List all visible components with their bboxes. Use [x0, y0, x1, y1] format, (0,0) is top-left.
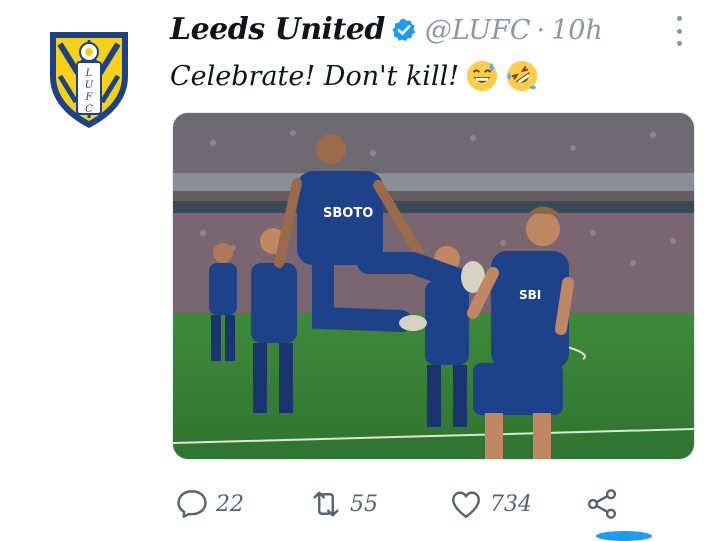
more-options-icon[interactable]: [674, 16, 684, 46]
svg-text:U: U: [85, 80, 94, 91]
svg-text:C: C: [85, 104, 93, 115]
tweet-text: Celebrate! Don't kill!: [170, 56, 539, 96]
tweet-header: Leeds United @LUFC · 10h: [170, 12, 660, 56]
rolling-laughing-emoji-icon: [506, 60, 538, 92]
reply-count: 22: [216, 491, 244, 517]
tweet-media-photo[interactable]: SBOTO SBI: [172, 112, 695, 460]
sponsor-text: SBOTO: [323, 206, 373, 221]
reply-button[interactable]: 22: [174, 484, 244, 524]
share-icon: [587, 489, 617, 519]
tweet-body: Celebrate! Don't kill!: [170, 60, 460, 92]
leeds-crest-logo: L U F C: [50, 32, 128, 128]
like-count: 734: [490, 491, 532, 517]
user-handle[interactable]: @LUFC: [425, 15, 531, 46]
display-name[interactable]: Leeds United: [170, 12, 385, 47]
like-button[interactable]: 734: [448, 484, 532, 524]
svg-text:F: F: [85, 92, 94, 103]
verified-badge-icon: [392, 18, 416, 42]
tweet-action-bar: 22 55 734: [174, 484, 634, 524]
retweet-button[interactable]: 55: [308, 484, 378, 524]
reply-icon: [177, 490, 207, 518]
retweet-count: 55: [350, 491, 378, 517]
separator-dot: ·: [536, 15, 546, 46]
like-icon: [452, 491, 480, 518]
grinning-sweat-emoji-icon: [466, 60, 498, 92]
avatar[interactable]: L U F C: [46, 26, 132, 132]
svg-text:SBI: SBI: [519, 288, 541, 302]
retweet-icon: [313, 491, 339, 517]
share-button[interactable]: [584, 484, 620, 524]
floating-compose-button-edge[interactable]: [596, 531, 652, 541]
tweet-time[interactable]: 10h: [551, 15, 603, 46]
svg-text:L: L: [85, 68, 93, 79]
football-celebration-image: SBOTO SBI: [173, 113, 694, 459]
